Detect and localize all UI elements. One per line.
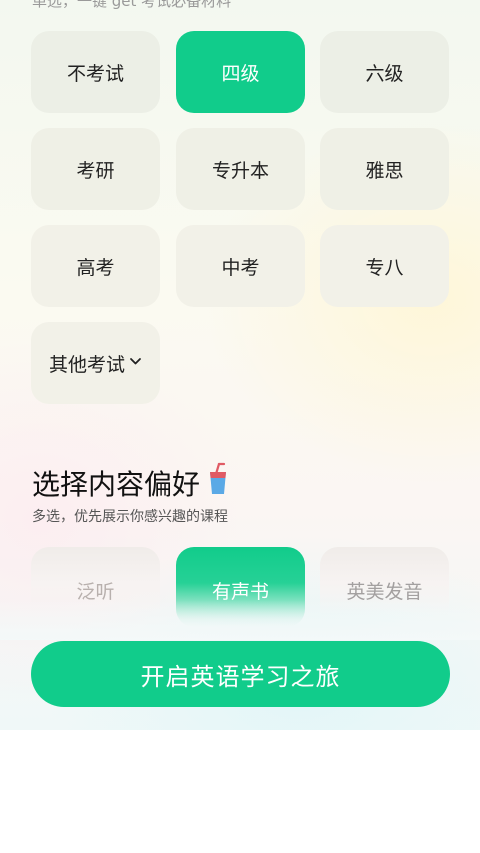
- exam-option-upgrade[interactable]: 专升本: [176, 128, 305, 210]
- preference-section-title: 选择内容偏好: [32, 462, 230, 503]
- start-learning-button[interactable]: 开启英语学习之旅: [31, 641, 450, 707]
- drink-cup-icon: [200, 462, 230, 503]
- preference-title-text: 选择内容偏好: [32, 467, 201, 501]
- exam-option-postgrad[interactable]: 考研: [31, 128, 160, 210]
- exam-option-gaokao[interactable]: 高考: [31, 225, 160, 307]
- scroll-fade: [0, 600, 480, 640]
- exam-option-tem8[interactable]: 专八: [320, 225, 449, 307]
- exam-option-ielts[interactable]: 雅思: [320, 128, 449, 210]
- exam-option-zhongkao[interactable]: 中考: [176, 225, 305, 307]
- preference-section-subtitle: 多选，优先展示你感兴趣的课程: [32, 509, 228, 525]
- exam-option-cet6[interactable]: 六级: [320, 31, 449, 113]
- chevron-down-icon: [129, 353, 142, 372]
- exam-option-none[interactable]: 不考试: [31, 31, 160, 113]
- exam-option-other-label: 其他考试: [48, 353, 125, 376]
- exam-option-other[interactable]: 其他考试: [31, 322, 160, 404]
- exam-section-hint: 单选，一键 get 考试必备材料: [32, 0, 232, 10]
- exam-option-cet4[interactable]: 四级: [176, 31, 305, 113]
